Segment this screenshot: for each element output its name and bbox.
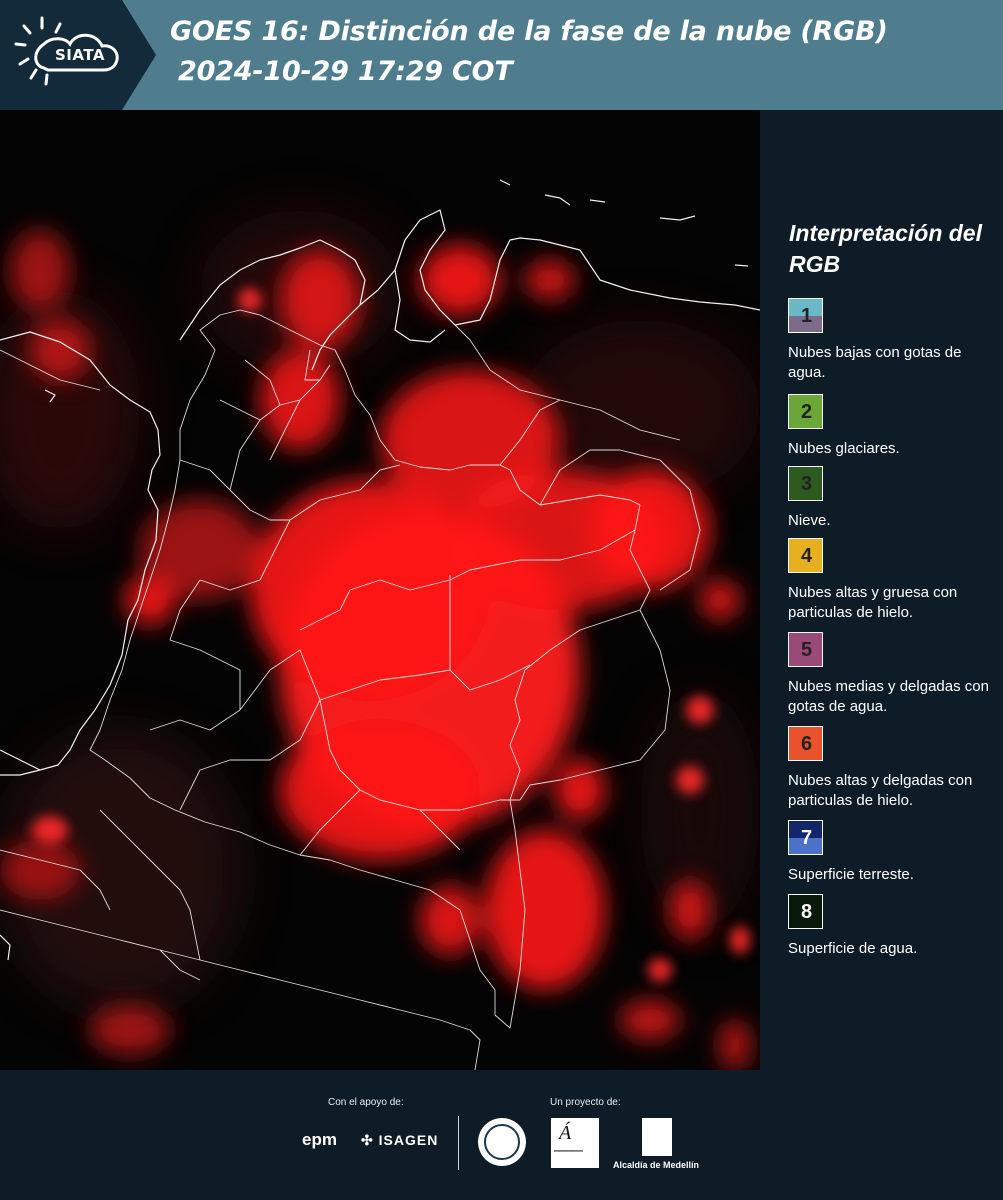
legend-swatch-4: 4 bbox=[788, 538, 823, 573]
legend-label-5: Nubes medias y delgadas con gotas de agu… bbox=[788, 678, 989, 715]
page-timestamp: 2024-10-29 17:29 COT bbox=[178, 56, 513, 87]
legend-number-4: 4 bbox=[800, 545, 813, 567]
legend-label-3: Nieve. bbox=[788, 512, 831, 529]
legend-label-8: Superficie de agua. bbox=[788, 940, 918, 957]
legend-swatch-8: 8 bbox=[788, 894, 823, 929]
project-label: Un proyecto de: bbox=[550, 1097, 621, 1108]
legend-item-6: 6 Nubes altas y delgadas con particulas … bbox=[788, 726, 1003, 811]
support-label: Con el apoyo de: bbox=[328, 1097, 404, 1108]
legend-number-6: 6 bbox=[800, 733, 813, 755]
legend-item-2: 2 Nubes glaciares. bbox=[788, 394, 1003, 459]
legend-item-4: 4 Nubes altas y gruesa con particulas de… bbox=[788, 538, 1003, 623]
isagen-logo-text: ISAGEN bbox=[378, 1132, 439, 1148]
legend-panel: Interpretación del RGB 1 Nubes bajas con… bbox=[760, 110, 1003, 1070]
page-title: GOES 16: Distinción de la fase de la nub… bbox=[170, 16, 888, 47]
legend-swatch-2: 2 bbox=[788, 394, 823, 429]
siata-logo: SIATA bbox=[0, 0, 156, 110]
medellin-seal-logo bbox=[478, 1118, 526, 1166]
alcaldia-shield-logo bbox=[642, 1118, 672, 1156]
siata-logo-text: SIATA bbox=[55, 46, 106, 64]
legend-number-7: 7 bbox=[800, 827, 813, 849]
legend-swatch-3: 3 bbox=[788, 466, 823, 501]
legend-item-7: 7 Superficie terreste. bbox=[788, 820, 1003, 885]
alcaldia-label: Alcaldía de Medellín bbox=[613, 1160, 700, 1170]
legend-label-4: Nubes altas y gruesa con particulas de h… bbox=[788, 584, 958, 621]
legend-item-1: 1 Nubes bajas con gotas de agua. bbox=[788, 298, 1003, 383]
legend-swatch-1: 1 bbox=[788, 298, 823, 333]
area-metropolitana-logo: Á ━━━━━━━━ bbox=[551, 1118, 599, 1168]
legend-number-2: 2 bbox=[800, 401, 813, 423]
legend-title: Interpretación del RGB bbox=[789, 220, 982, 277]
legend-number-3: 3 bbox=[800, 473, 813, 495]
footer: Con el apoyo de: Un proyecto de: epm ✣ I… bbox=[0, 1070, 1003, 1200]
legend-swatch-5: 5 bbox=[788, 632, 823, 667]
legend-swatch-6: 6 bbox=[788, 726, 823, 761]
legend-item-3: 3 Nieve. bbox=[788, 466, 1003, 531]
satellite-map[interactable] bbox=[0, 110, 760, 1070]
legend-number-8: 8 bbox=[800, 901, 813, 923]
legend-swatch-7: 7 bbox=[788, 820, 823, 855]
isagen-logo: ✣ ISAGEN bbox=[361, 1132, 438, 1149]
footer-divider bbox=[458, 1116, 459, 1170]
legend-number-5: 5 bbox=[800, 639, 813, 661]
legend-item-5: 5 Nubes medias y delgadas con gotas de a… bbox=[788, 632, 1003, 717]
legend-label-7: Superficie terreste. bbox=[788, 866, 914, 883]
satellite-image bbox=[0, 110, 760, 1070]
legend-item-8: 8 Superficie de agua. bbox=[788, 894, 1003, 959]
isagen-mark-icon: ✣ bbox=[361, 1132, 374, 1148]
header-bar: SIATA GOES 16: Distinción de la fase de … bbox=[0, 0, 1003, 110]
epm-logo: epm bbox=[302, 1130, 337, 1149]
legend-label-2: Nubes glaciares. bbox=[788, 440, 900, 457]
legend-label-6: Nubes altas y delgadas con particulas de… bbox=[788, 772, 973, 809]
legend-number-1: 1 bbox=[800, 305, 813, 327]
legend-label-1: Nubes bajas con gotas de agua. bbox=[788, 344, 962, 381]
